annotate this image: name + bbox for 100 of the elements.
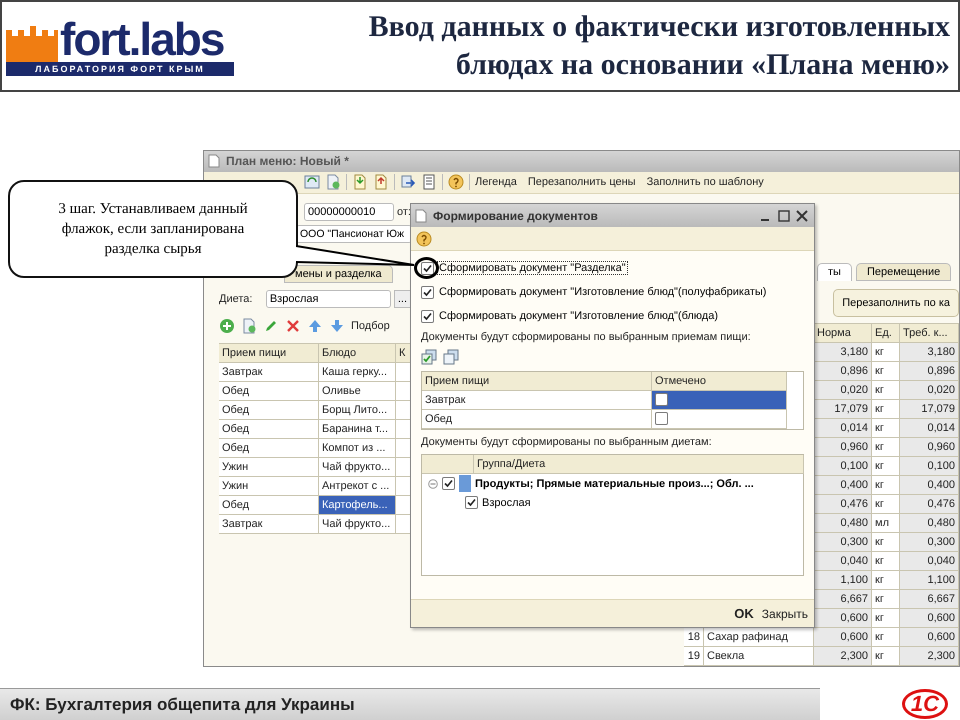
tab[interactable]: ты [817, 263, 852, 281]
table-cell: 0,600 [814, 609, 872, 628]
table-cell: Завтрак [219, 515, 319, 534]
table-cell: Обед [422, 410, 652, 429]
column-header[interactable]: Группа/Диета [474, 455, 804, 474]
arrow-up-icon[interactable] [307, 318, 323, 334]
ok-button[interactable]: OK [734, 606, 754, 621]
check-all-icon[interactable] [421, 349, 437, 365]
pencil-icon[interactable] [263, 318, 279, 334]
table-cell[interactable]: Чай фрукто... [319, 458, 396, 477]
table-cell: 0,300 [814, 533, 872, 552]
slide-title: блюдах на основании «Плана меню» [456, 47, 950, 83]
date-label: от: [397, 206, 411, 218]
uncheck-all-icon[interactable] [443, 349, 459, 365]
add-document-icon[interactable] [241, 318, 257, 334]
document-arrow-icon[interactable] [373, 174, 389, 190]
column-header[interactable]: Блюдо [319, 344, 396, 363]
logo: 1С [902, 689, 948, 719]
add-document-icon[interactable] [325, 174, 341, 190]
table-cell: 0,100 [814, 457, 872, 476]
window-title: План меню: Новый * [226, 154, 349, 168]
column-header[interactable]: Норма [814, 324, 872, 343]
table-cell: Обед [219, 401, 319, 420]
table-cell: 6,667 [814, 590, 872, 609]
checkbox[interactable] [442, 477, 455, 490]
arrow-down-icon[interactable] [329, 318, 345, 334]
column-header[interactable]: Отмечено [652, 372, 787, 391]
pick-command[interactable]: Подбор [351, 320, 390, 332]
table-cell: 0,014 [900, 419, 959, 438]
collapse-icon[interactable] [428, 478, 438, 488]
close-icon[interactable] [796, 210, 808, 222]
add-icon[interactable] [219, 318, 235, 334]
table-cell[interactable]: Каша герку... [319, 363, 396, 382]
checkbox-label[interactable]: Сформировать документ "Разделка" [437, 261, 628, 275]
table-cell: кг [872, 552, 900, 571]
table-cell: 0,400 [814, 476, 872, 495]
table-cell[interactable]: Оливье [319, 382, 396, 401]
table-cell[interactable] [652, 391, 787, 410]
document-icon [208, 154, 220, 168]
checkbox[interactable] [465, 496, 478, 509]
table-cell: Обед [219, 496, 319, 515]
table-cell: 0,040 [900, 552, 959, 571]
tree-item[interactable]: Продукты; Прямые материальные произ...; Обл. ... [475, 478, 754, 490]
table-cell[interactable]: Борщ Лито... [319, 401, 396, 420]
close-button[interactable]: Закрыть [762, 606, 808, 620]
table-cell: Сахар рафинад [704, 628, 814, 647]
checkbox[interactable] [421, 286, 434, 298]
checkbox[interactable] [655, 393, 668, 406]
copy-arrow-icon[interactable] [400, 174, 416, 190]
checkbox[interactable] [421, 310, 434, 322]
tree-item[interactable]: Взрослая [482, 496, 531, 508]
select-button[interactable]: ... [394, 290, 411, 308]
checkbox[interactable] [655, 412, 668, 425]
table-cell[interactable]: Чай фрукто... [319, 515, 396, 534]
document-arrow-icon[interactable] [352, 174, 368, 190]
tab[interactable]: мены и разделка [284, 265, 393, 283]
organization-field[interactable]: ООО "Пансионат Юж [296, 225, 412, 243]
table-cell: мл [872, 514, 900, 533]
table-cell[interactable]: Компот из ... [319, 439, 396, 458]
toolbar-command[interactable]: Заполнить по шаблону [646, 176, 764, 188]
diet-field[interactable]: Взрослая [266, 290, 391, 308]
toolbar-command[interactable]: Легенда [475, 176, 517, 188]
refresh-icon[interactable] [304, 174, 320, 190]
help-icon[interactable] [448, 174, 464, 190]
table-cell[interactable] [652, 410, 787, 429]
checkbox[interactable] [421, 262, 434, 274]
table-cell: Ужин [219, 477, 319, 496]
help-icon[interactable] [416, 230, 432, 246]
table-cell: Обед [219, 382, 319, 401]
table-cell[interactable]: Картофель... [319, 496, 396, 515]
table-cell[interactable]: Баранина т... [319, 420, 396, 439]
checkbox-label[interactable]: Сформировать документ "Изготовление блюд"(блюда) [437, 309, 720, 323]
column-header[interactable]: Треб. к... [900, 324, 959, 343]
table-cell: 3,180 [814, 343, 872, 362]
table-cell: Ужин [219, 458, 319, 477]
table-cell: 0,014 [814, 419, 872, 438]
table-cell: кг [872, 609, 900, 628]
list-icon[interactable] [421, 174, 437, 190]
slide-title: Ввод данных о фактически изготовленных [368, 9, 950, 45]
table-cell[interactable]: Антрекот с ... [319, 477, 396, 496]
delete-icon[interactable] [285, 318, 301, 334]
table-cell: 0,020 [814, 381, 872, 400]
column-header[interactable]: Прием пищи [422, 372, 652, 391]
table-cell: 0,480 [900, 514, 959, 533]
table-cell: 6,667 [900, 590, 959, 609]
table-cell: кг [872, 438, 900, 457]
tab[interactable]: Перемещение [856, 263, 952, 281]
table-cell: 0,960 [900, 438, 959, 457]
column-header[interactable]: Прием пищи [219, 344, 319, 363]
maximize-icon[interactable] [778, 210, 790, 222]
table-cell: кг [872, 476, 900, 495]
table-cell: 2,300 [900, 647, 959, 666]
refill-button[interactable]: Перезаполнить по ка [833, 289, 959, 317]
checkbox-label[interactable]: Сформировать документ "Изготовление блюд"(полуфабрикаты) [437, 285, 768, 299]
number-field[interactable]: 00000000010 [304, 203, 394, 221]
table-cell: 0,600 [814, 628, 872, 647]
column-header[interactable]: Ед. [872, 324, 900, 343]
document-icon [415, 208, 427, 222]
table-cell: кг [872, 647, 900, 666]
toolbar-command[interactable]: Перезаполнить цены [528, 176, 636, 188]
